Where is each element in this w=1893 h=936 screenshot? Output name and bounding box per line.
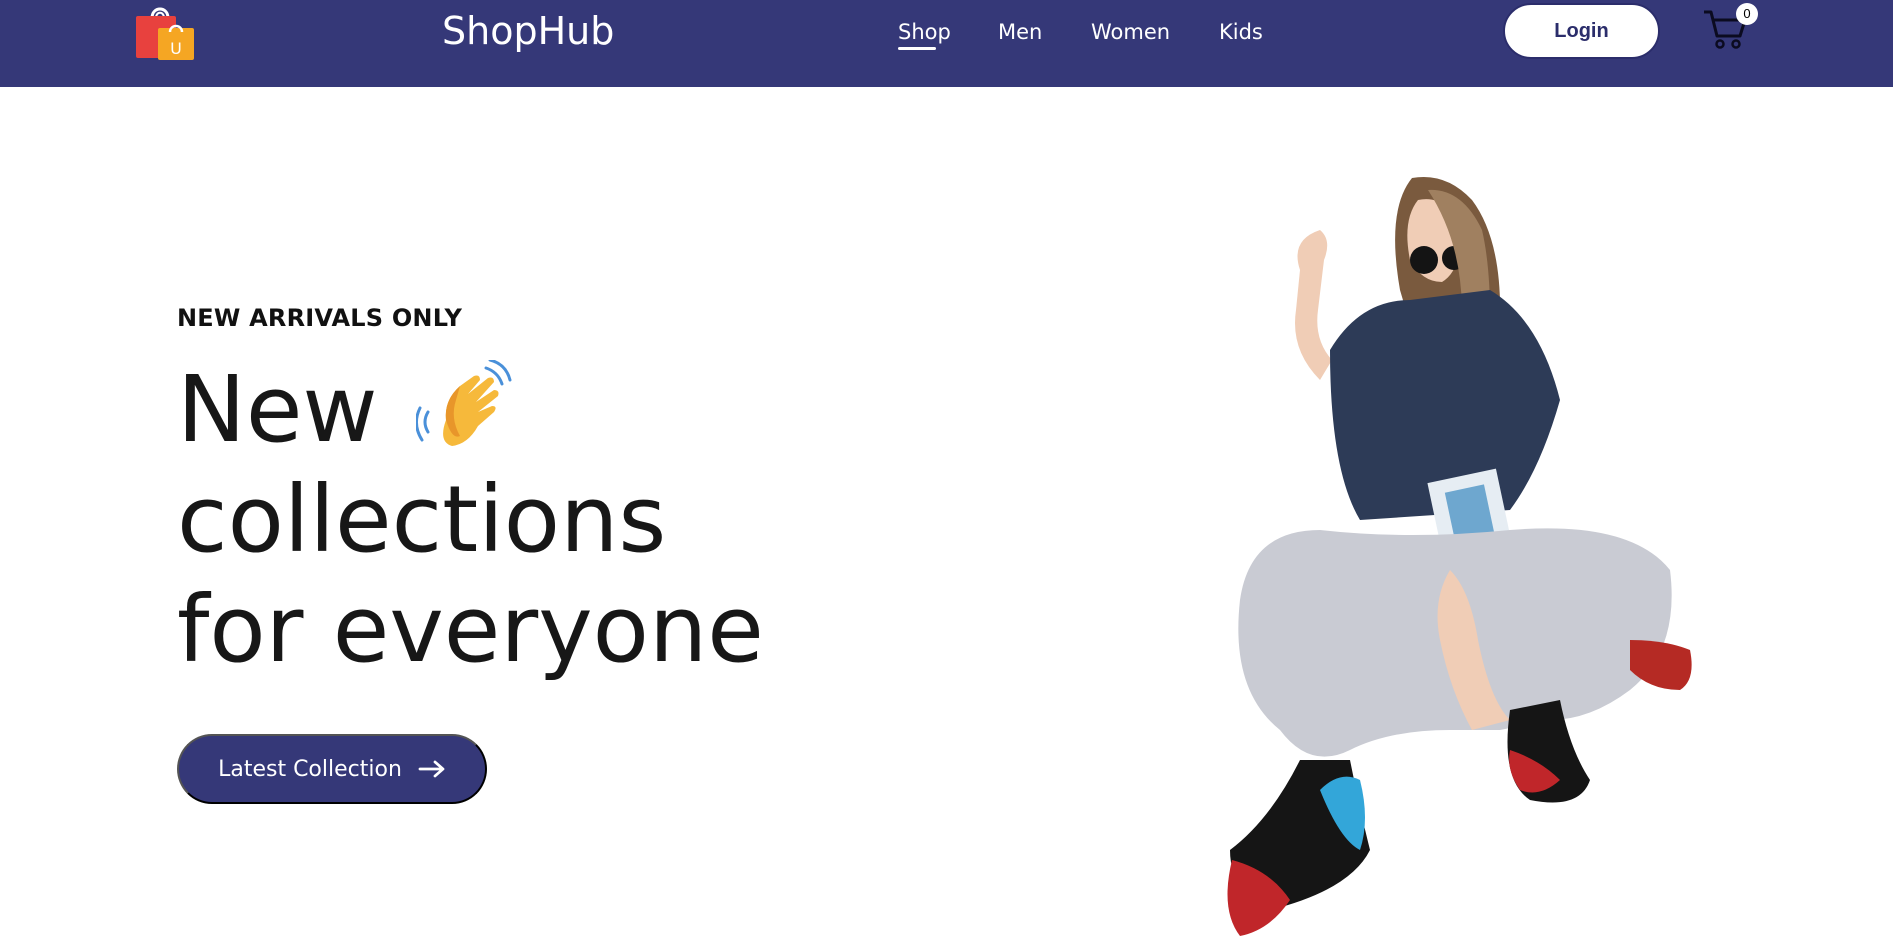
hero-model-image <box>1227 176 1692 936</box>
brand-name[interactable]: ShopHub <box>442 6 614 56</box>
shopping-bag-logo-icon[interactable]: U <box>134 2 198 60</box>
arrow-right-icon <box>418 760 445 778</box>
nav-active-indicator <box>898 47 936 50</box>
top-navbar: U ShopHub Shop Men Women Kids Login 0 <box>0 0 1893 87</box>
logo-letter: U <box>170 39 182 58</box>
hero-eyebrow: NEW ARRIVALS ONLY <box>177 304 463 332</box>
nav-link-men[interactable]: Men <box>998 18 1042 46</box>
nav-link-shop[interactable]: Shop <box>898 18 951 46</box>
hero-headline-line3: for everyone <box>177 576 764 683</box>
nav-link-women[interactable]: Women <box>1091 18 1170 46</box>
login-button[interactable]: Login <box>1503 3 1660 59</box>
latest-collection-label: Latest Collection <box>218 756 402 782</box>
hero-headline-line1: New <box>177 356 378 463</box>
cart-count-badge: 0 <box>1736 3 1758 25</box>
waving-hand-icon <box>416 360 512 446</box>
hero-headline-line2: collections <box>177 466 667 573</box>
nav-link-kids[interactable]: Kids <box>1219 18 1263 46</box>
latest-collection-button[interactable]: Latest Collection <box>177 734 487 804</box>
